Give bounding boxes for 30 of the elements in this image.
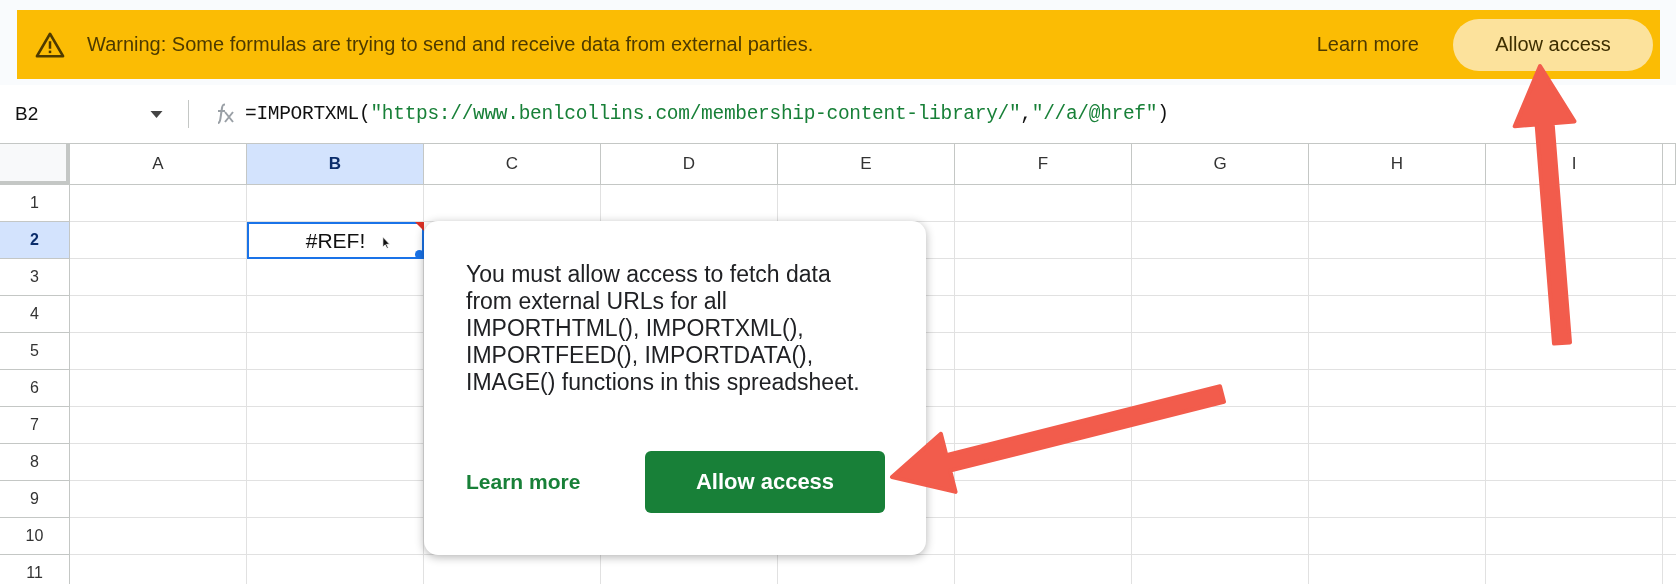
allow-access-button[interactable]: Allow access (1453, 18, 1653, 71)
learn-more-link[interactable]: Learn more (466, 470, 581, 494)
row-header[interactable]: 10 (0, 518, 70, 555)
formula-text[interactable]: =IMPORTXML("https://www.benlcollins.com/membership-content-library/","//a/@href") (245, 103, 1169, 125)
popup-message: You must allow access to fetch data from external URLs for all IMPORTHTML(), IMPORTXML(), IMPORTFEED(), IMPORTDATA(), IMAGE() functions in this spreadsheet. (466, 261, 861, 396)
row-header[interactable]: 3 (0, 259, 70, 296)
row-header[interactable]: 2 (0, 222, 70, 259)
column-header[interactable]: F (955, 144, 1132, 185)
column-header[interactable]: E (778, 144, 955, 185)
cell-reference[interactable]: B2 (15, 103, 39, 125)
mouse-pointer-icon (382, 236, 391, 249)
warning-message: Warning: Some formulas are trying to send and receive data from external parties. (87, 33, 815, 56)
column-header[interactable]: B (247, 144, 424, 185)
learn-more-link[interactable]: Learn more (1316, 33, 1419, 56)
row-header[interactable]: 1 (0, 185, 70, 222)
row-header[interactable]: 6 (0, 370, 70, 407)
row-header[interactable]: 9 (0, 481, 70, 518)
row-header[interactable]: 7 (0, 407, 70, 444)
column-header[interactable]: A (70, 144, 247, 185)
row-header[interactable]: 4 (0, 296, 70, 333)
column-header[interactable]: G (1132, 144, 1309, 185)
column-header[interactable]: C (424, 144, 601, 185)
column-header[interactable]: H (1309, 144, 1486, 185)
caret-icon[interactable] (150, 110, 163, 118)
active-cell[interactable]: #REF! (247, 222, 424, 259)
row-header[interactable]: 5 (0, 333, 70, 370)
allow-access-button[interactable]: Allow access (645, 451, 885, 513)
column-header[interactable]: D (601, 144, 778, 185)
fill-handle[interactable] (415, 250, 424, 259)
row-header[interactable]: 8 (0, 444, 70, 481)
